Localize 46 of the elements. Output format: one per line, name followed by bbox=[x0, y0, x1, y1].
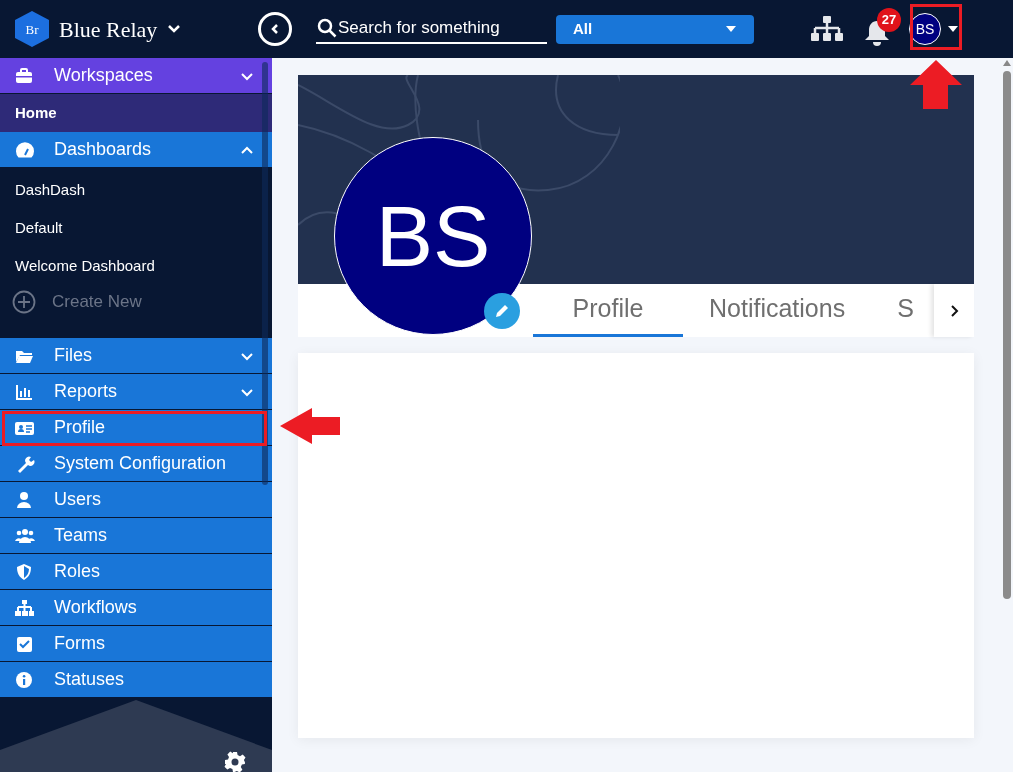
info-icon bbox=[15, 670, 35, 689]
pencil-icon bbox=[494, 303, 510, 319]
bar-chart-icon bbox=[15, 382, 35, 401]
briefcase-icon bbox=[15, 66, 35, 85]
checkbox-icon bbox=[15, 634, 35, 653]
caret-down-icon bbox=[725, 25, 737, 33]
logo-icon: Br bbox=[14, 10, 50, 48]
sidebar-item[interactable]: Workflows bbox=[0, 590, 272, 626]
sidebar-item[interactable]: Files bbox=[0, 338, 272, 374]
sidebar-item[interactable]: Dashboards bbox=[0, 132, 272, 168]
create-new-link[interactable]: Create New bbox=[0, 285, 272, 319]
sidebar-item[interactable]: Statuses bbox=[0, 662, 272, 698]
gauge-icon bbox=[15, 140, 35, 159]
sidebar-subitem[interactable]: Welcome Dashboard bbox=[0, 247, 272, 285]
collapse-sidebar-button[interactable] bbox=[258, 12, 292, 46]
sidebar-item[interactable]: System Configuration bbox=[0, 446, 272, 482]
sidebar-item[interactable]: Teams bbox=[0, 518, 272, 554]
scroll-up-icon[interactable] bbox=[1003, 60, 1011, 66]
sidebar-item[interactable]: Reports bbox=[0, 374, 272, 410]
sidebar-item[interactable]: Roles bbox=[0, 554, 272, 590]
people-icon bbox=[15, 526, 35, 545]
sidebar-item[interactable]: Workspaces bbox=[0, 58, 272, 94]
profile-tab[interactable]: S bbox=[871, 284, 934, 337]
profile-tab[interactable]: Profile bbox=[533, 284, 683, 337]
chevron-right-icon bbox=[949, 303, 959, 318]
annotation-arrow-icon bbox=[280, 408, 340, 444]
notification-count: 27 bbox=[877, 8, 901, 32]
caret-down-icon[interactable] bbox=[948, 26, 958, 32]
app-name: Blue Relay bbox=[59, 15, 158, 44]
annotation-arrow-icon bbox=[910, 60, 962, 109]
settings-icon[interactable] bbox=[224, 751, 246, 772]
search-field[interactable]: Search for something bbox=[316, 14, 547, 44]
sidebar-item[interactable]: Forms bbox=[0, 626, 272, 662]
hierarchy-icon bbox=[15, 598, 35, 617]
search-icon bbox=[316, 17, 338, 39]
profile-tab[interactable]: Notifications bbox=[683, 284, 872, 337]
hierarchy-icon[interactable] bbox=[810, 15, 844, 43]
plus-circle-icon bbox=[12, 290, 36, 314]
sidebar-subitem[interactable]: Home bbox=[0, 94, 272, 132]
scope-dropdown[interactable]: All bbox=[556, 14, 754, 44]
sidebar-subitem[interactable]: DashDash bbox=[0, 171, 272, 209]
chevron-left-icon bbox=[270, 23, 280, 35]
annotation-box bbox=[910, 4, 962, 50]
chevron-down-icon[interactable] bbox=[167, 24, 182, 34]
sidebar-item[interactable]: Users bbox=[0, 482, 272, 518]
sidebar-subitem[interactable]: Default bbox=[0, 209, 272, 247]
